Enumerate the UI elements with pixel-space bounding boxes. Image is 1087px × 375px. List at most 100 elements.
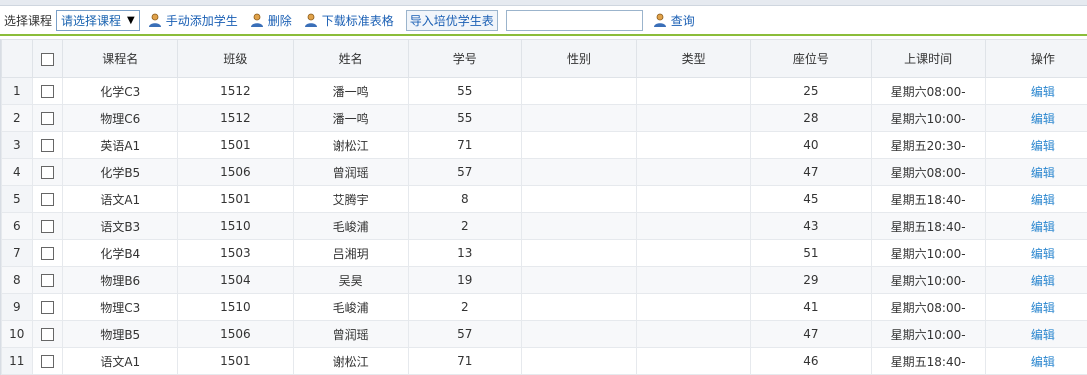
edit-link[interactable]: 编辑 <box>1031 112 1055 126</box>
cell-class: 1501 <box>177 185 294 213</box>
row-select-cell[interactable] <box>31 266 64 294</box>
header-name[interactable]: 姓名 <box>292 39 409 78</box>
cell-time: 星期六10:00- <box>870 239 986 267</box>
cell-time: 星期六10:00- <box>870 104 986 132</box>
table-row[interactable]: 5 语文A1 1501 艾腾宇 8 45 星期五18:40- 编辑 <box>1 185 1087 213</box>
cell-class: 1503 <box>177 239 294 267</box>
cell-seat: 29 <box>750 266 872 294</box>
row-select-cell[interactable] <box>31 131 64 159</box>
row-checkbox[interactable] <box>40 85 54 98</box>
edit-link[interactable]: 编辑 <box>1031 166 1055 180</box>
cell-course: 英语A1 <box>62 131 179 159</box>
cell-name: 潘一鸣 <box>292 104 409 132</box>
course-select[interactable]: 请选择课程 ▼ <box>56 9 140 31</box>
row-checkbox[interactable] <box>40 166 54 179</box>
edit-link[interactable]: 编辑 <box>1031 193 1055 207</box>
header-select-all[interactable] <box>31 39 64 78</box>
search-input[interactable] <box>505 9 643 31</box>
edit-link[interactable]: 编辑 <box>1031 301 1055 315</box>
row-checkbox[interactable] <box>40 355 54 368</box>
cell-name: 曾润瑶 <box>292 158 409 186</box>
row-select-cell[interactable] <box>31 158 64 186</box>
cell-name: 艾腾宇 <box>292 185 409 213</box>
edit-link[interactable]: 编辑 <box>1031 139 1055 153</box>
cell-student-id: 71 <box>407 347 522 375</box>
edit-link[interactable]: 编辑 <box>1031 274 1055 288</box>
table-row[interactable]: 4 化学B5 1506 曾润瑶 57 47 星期六08:00- 编辑 <box>1 158 1087 186</box>
cell-class: 1504 <box>177 266 294 294</box>
header-type[interactable]: 类型 <box>636 39 752 78</box>
row-number: 7 <box>1 239 33 267</box>
download-template-label: 下载标准表格 <box>321 13 394 28</box>
actions-cell: 编辑 <box>984 77 1087 105</box>
cell-time: 星期六10:00- <box>870 320 986 348</box>
header-course[interactable]: 课程名 <box>62 39 179 78</box>
cell-gender <box>520 77 638 105</box>
header-student-id[interactable]: 学号 <box>407 39 522 78</box>
query-button[interactable]: 查询 <box>653 12 695 29</box>
import-excellent-button[interactable]: 导入培优学生表 <box>405 9 498 31</box>
cell-type <box>636 212 752 240</box>
table-row[interactable]: 8 物理B6 1504 吴昊 19 29 星期六10:00- 编辑 <box>1 266 1087 294</box>
cell-name: 毛峻浦 <box>292 293 409 321</box>
edit-link[interactable]: 编辑 <box>1031 355 1055 369</box>
row-select-cell[interactable] <box>31 212 64 240</box>
row-select-cell[interactable] <box>31 293 64 321</box>
cell-student-id: 2 <box>407 212 522 240</box>
cell-student-id: 8 <box>407 185 522 213</box>
row-select-cell[interactable] <box>31 77 64 105</box>
row-checkbox[interactable] <box>40 112 54 125</box>
row-checkbox[interactable] <box>40 301 54 314</box>
table-row[interactable]: 10 物理B5 1506 曾润瑶 57 47 星期六10:00- 编辑 <box>1 320 1087 348</box>
delete-button[interactable]: 删除 <box>250 12 292 29</box>
edit-link[interactable]: 编辑 <box>1031 85 1055 99</box>
edit-link[interactable]: 编辑 <box>1031 220 1055 234</box>
cell-course: 语文A1 <box>62 185 179 213</box>
row-number: 10 <box>1 320 33 348</box>
row-select-cell[interactable] <box>31 347 64 375</box>
cell-gender <box>520 104 638 132</box>
cell-type <box>636 77 752 105</box>
header-class[interactable]: 班级 <box>177 39 294 78</box>
header-gender[interactable]: 性别 <box>520 39 638 78</box>
actions-cell: 编辑 <box>984 131 1087 159</box>
row-checkbox[interactable] <box>40 220 54 233</box>
edit-link[interactable]: 编辑 <box>1031 328 1055 342</box>
table-row[interactable]: 6 语文B3 1510 毛峻浦 2 43 星期五18:40- 编辑 <box>1 212 1087 240</box>
table-row[interactable]: 3 英语A1 1501 谢松江 71 40 星期五20:30- 编辑 <box>1 131 1087 159</box>
cell-gender <box>520 131 638 159</box>
row-checkbox[interactable] <box>40 328 54 341</box>
header-seat[interactable]: 座位号 <box>750 39 872 78</box>
table-row[interactable]: 1 化学C3 1512 潘一鸣 55 25 星期六08:00- 编辑 <box>1 77 1087 105</box>
course-select-label: 选择课程 <box>4 13 53 28</box>
cell-type <box>636 239 752 267</box>
cell-course: 语文B3 <box>62 212 179 240</box>
cell-gender <box>520 266 638 294</box>
select-all-checkbox[interactable] <box>40 52 54 66</box>
cell-name: 谢松江 <box>292 347 409 375</box>
cell-course: 化学B5 <box>62 158 179 186</box>
delete-label: 删除 <box>267 13 292 28</box>
add-student-button[interactable]: 手动添加学生 <box>148 12 238 29</box>
cell-class: 1510 <box>177 212 294 240</box>
row-checkbox[interactable] <box>40 139 54 152</box>
row-select-cell[interactable] <box>31 104 64 132</box>
cell-time: 星期五18:40- <box>870 212 986 240</box>
actions-cell: 编辑 <box>984 104 1087 132</box>
row-select-cell[interactable] <box>31 239 64 267</box>
cell-gender <box>520 158 638 186</box>
edit-link[interactable]: 编辑 <box>1031 247 1055 261</box>
table-row[interactable]: 7 化学B4 1503 吕湘玥 13 51 星期六10:00- 编辑 <box>1 239 1087 267</box>
table-row[interactable]: 11 语文A1 1501 谢松江 71 46 星期五18:40- 编辑 <box>1 347 1087 375</box>
row-checkbox[interactable] <box>40 247 54 260</box>
row-select-cell[interactable] <box>31 185 64 213</box>
table-row[interactable]: 9 物理C3 1510 毛峻浦 2 41 星期六08:00- 编辑 <box>1 293 1087 321</box>
row-checkbox[interactable] <box>40 193 54 206</box>
row-select-cell[interactable] <box>31 320 64 348</box>
table-row[interactable]: 2 物理C6 1512 潘一鸣 55 28 星期六10:00- 编辑 <box>1 104 1087 132</box>
row-number: 8 <box>1 266 33 294</box>
download-template-button[interactable]: 下载标准表格 <box>304 12 394 29</box>
row-checkbox[interactable] <box>40 274 54 287</box>
cell-name: 吴昊 <box>292 266 409 294</box>
header-time[interactable]: 上课时间 <box>870 39 986 78</box>
